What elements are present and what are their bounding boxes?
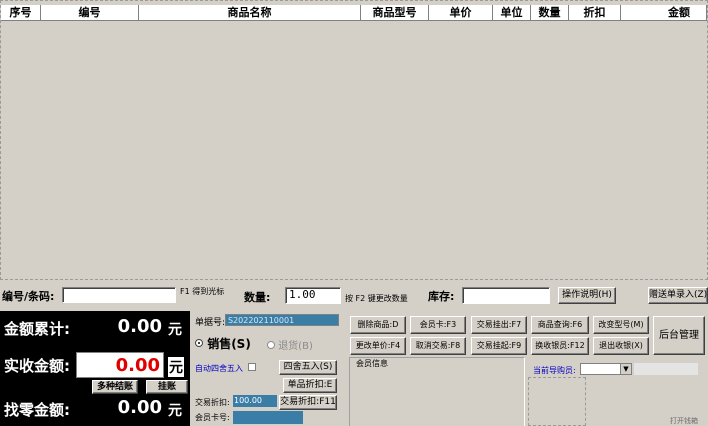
col-header-model[interactable]: 商品型号 [361,5,429,20]
stock-input[interactable] [462,287,550,304]
photo-placeholder [528,377,586,426]
paid-currency: 元 [168,357,184,377]
guide-info-bar [634,363,698,375]
backend-management-button[interactable]: 后台管理 [653,316,705,355]
member-info-box: 会员信息 [349,357,525,426]
chevron-down-icon[interactable]: ▼ [620,364,631,374]
barcode-input[interactable] [62,287,176,303]
return-radio-dot [267,341,275,349]
trade-discount-label: 交易折扣: [195,398,230,407]
gift-entry-button[interactable]: 赠送单录入(Z) [648,287,708,304]
member-card-button[interactable]: 会员卡:F3 [410,316,466,334]
accum-value: 0.00 [117,316,162,337]
change-cashier-button[interactable]: 换收银员:F12 [531,337,589,355]
sale-radio-label: 销售(S) [207,337,251,351]
guide-label: 当前导购员: [533,366,576,375]
grid-header: 序号 编号 商品名称 商品型号 单价 单位 数量 折扣 金额 [1,5,707,21]
order-no-label: 单据号: [195,318,226,328]
paid-value: 0.00 [115,355,160,376]
qty-label: 数量: [244,291,271,304]
member-info-label: 会员信息 [356,359,388,368]
accum-label: 金额累计: [4,320,70,338]
col-header-price[interactable]: 单价 [429,5,493,20]
delete-item-button[interactable]: 删除商品:D [350,316,406,334]
col-header-discount[interactable]: 折扣 [569,5,621,20]
member-card-label: 会员卡号: [195,413,230,422]
change-model-button[interactable]: 改变型号(M) [593,316,649,334]
col-header-index[interactable]: 序号 [1,5,41,20]
stock-label: 库存: [428,290,455,303]
item-discount-button[interactable]: 单品折扣:E [283,378,337,393]
round-button[interactable]: 四舍五入(S) [279,360,337,375]
member-card-input[interactable] [233,411,303,424]
auto-round-label: 自动四舍五入 [195,364,243,373]
product-grid[interactable]: 序号 编号 商品名称 商品型号 单价 单位 数量 折扣 金额 [0,0,708,280]
sale-radio[interactable]: 销售(S) [195,335,251,352]
col-header-code[interactable]: 编号 [41,5,139,20]
input-row: 编号/条码: F1 得到光标 数量: 1.00 按 F2 键更改数量 库存: 操… [0,284,708,306]
auto-round-checkbox[interactable] [248,363,256,371]
exit-cashier-button[interactable]: 退出收银(X) [593,337,649,355]
guide-select[interactable]: ▼ [580,363,632,375]
trade-discount-input[interactable]: 100.00 [233,395,277,407]
f2-hint: 按 F2 键更改数量 [345,294,408,303]
order-no-field[interactable]: S202202110001 [225,314,339,326]
paid-label: 实收金额: [4,357,70,375]
multi-pay-button[interactable]: 多种结账 [92,380,138,394]
grid-body[interactable] [1,21,707,279]
middle-panel: 单据号: S202202110001 销售(S) 退货(B) 自动四舍五入 四舍… [191,311,341,426]
barcode-label: 编号/条码: [2,290,55,303]
help-button[interactable]: 操作说明(H) [558,287,616,304]
trade-hang-button[interactable]: 交易挂起:F9 [471,337,527,355]
change-price-button[interactable]: 更改单价:F4 [350,337,406,355]
col-header-name[interactable]: 商品名称 [139,5,361,20]
return-radio[interactable]: 退货(B) [267,337,313,352]
status-hint: 打开钱箱 [670,417,698,425]
totals-panel: 金额累计: 0.00 元 实收金额: 0.00 元 多种结账 挂账 找零金额: … [0,311,190,426]
cancel-trade-button[interactable]: 取消交易:F8 [410,337,466,355]
hang-account-button[interactable]: 挂账 [146,380,188,394]
product-query-button[interactable]: 商品查询:F6 [531,316,589,334]
sale-radio-dot [195,339,203,347]
col-header-unit[interactable]: 单位 [493,5,531,20]
qty-input[interactable]: 1.00 [285,287,341,304]
accum-currency: 元 [168,322,182,338]
return-radio-label: 退货(B) [278,341,313,352]
trade-discount-button[interactable]: 交易折扣:F11 [279,395,337,410]
change-value: 0.00 [117,397,162,418]
paid-input[interactable]: 0.00 [76,352,164,378]
trade-out-button[interactable]: 交易挂出:F7 [471,316,527,334]
change-currency: 元 [168,403,182,419]
col-header-amount[interactable]: 金额 [621,5,707,20]
col-header-qty[interactable]: 数量 [531,5,569,20]
f1-hint: F1 得到光标 [180,287,225,296]
change-label: 找零金额: [4,401,70,419]
